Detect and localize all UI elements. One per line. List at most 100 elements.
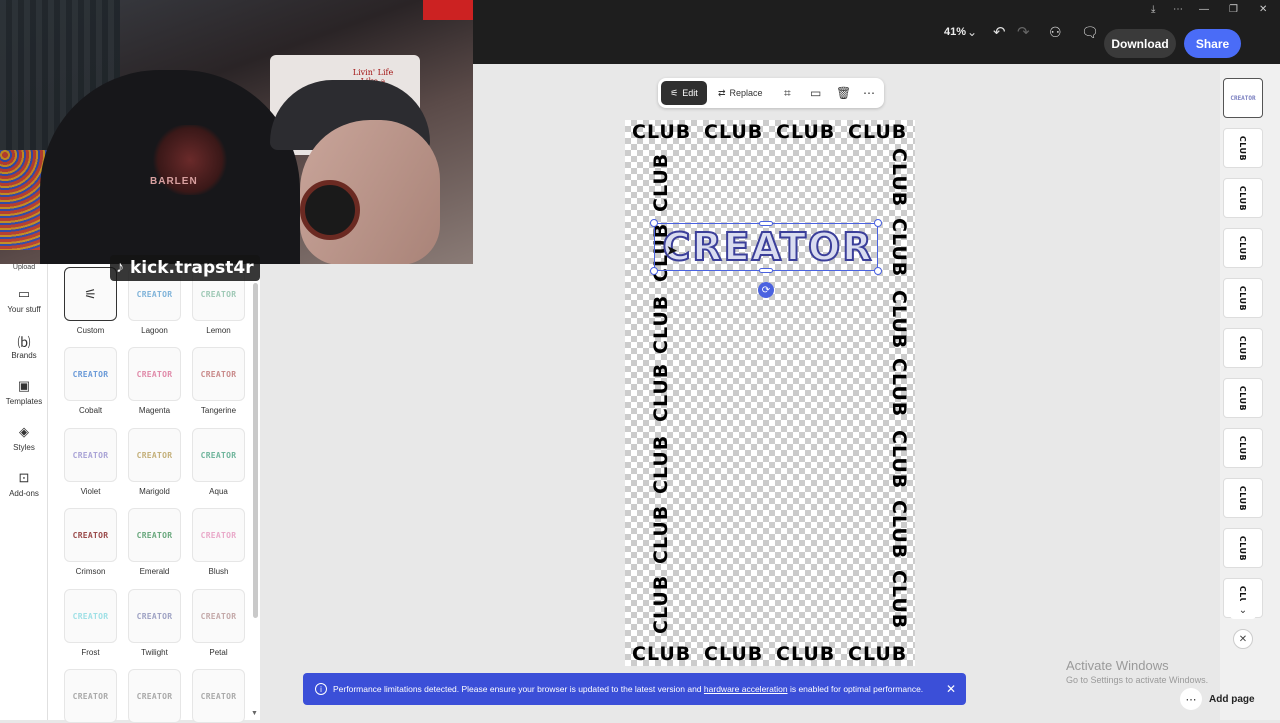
- resize-handle-tl[interactable]: [650, 219, 658, 227]
- download-status-icon[interactable]: ⤓: [1151, 4, 1155, 15]
- style-swatch-aqua[interactable]: CREATOR: [192, 428, 245, 482]
- replace-button[interactable]: ⇄ Replace: [718, 81, 763, 105]
- thumbnail-label: CLUB: [1238, 535, 1248, 561]
- invite-people-icon[interactable]: ⚇: [1049, 0, 1062, 64]
- style-swatch-blush[interactable]: CREATOR: [192, 508, 245, 562]
- page-thumbnail[interactable]: CLUB: [1223, 278, 1263, 318]
- creator-headline[interactable]: CREATOR: [658, 224, 878, 270]
- club-text: CLUB: [888, 430, 910, 490]
- rail-item-brands[interactable]: ⒝ Brands: [0, 332, 48, 360]
- resize-handle-br[interactable]: [874, 267, 882, 275]
- swatch-label: Custom: [76, 326, 105, 335]
- templates-icon: ▣: [17, 378, 31, 393]
- swatch-label: Emerald: [139, 567, 170, 576]
- club-text: CLUB: [848, 643, 908, 665]
- rail-upload-label[interactable]: Upload: [0, 264, 48, 271]
- style-swatch-cobalt[interactable]: CREATOR: [64, 347, 117, 401]
- swatch-label: Marigold: [139, 487, 170, 496]
- rail-item-label: Add-ons: [9, 489, 39, 498]
- club-text: CLUB: [650, 362, 672, 422]
- page-thumbnail[interactable]: CLUB: [1223, 378, 1263, 418]
- style-swatch-tangerine[interactable]: CREATOR: [192, 347, 245, 401]
- resize-handle-bottom[interactable]: [759, 268, 773, 273]
- zoom-level[interactable]: 41%: [944, 0, 966, 64]
- headset: [300, 180, 360, 240]
- style-swatch[interactable]: CREATOR: [192, 669, 245, 723]
- more-icon[interactable]: ⋯: [863, 81, 875, 105]
- flag-decoration: [423, 0, 473, 20]
- style-swatch[interactable]: CREATOR: [128, 669, 181, 723]
- panel-scrollbar[interactable]: [253, 283, 258, 618]
- undo-icon[interactable]: ↶: [993, 0, 1006, 64]
- brands-icon: ⒝: [17, 335, 31, 350]
- comment-icon[interactable]: 🗨: [1081, 0, 1099, 64]
- redo-icon[interactable]: ↷: [1017, 0, 1030, 64]
- style-swatch-emerald[interactable]: CREATOR: [128, 508, 181, 562]
- swatch-preview-text: CREATOR: [200, 530, 237, 540]
- tiktok-icon: ♪: [116, 259, 124, 276]
- rail-item-styles[interactable]: ◈ Styles: [0, 424, 48, 452]
- page-thumbnail[interactable]: CREATOR: [1223, 78, 1263, 118]
- minimize-icon[interactable]: —: [1199, 4, 1209, 15]
- resize-handle-top[interactable]: [759, 221, 773, 226]
- page-thumbnail[interactable]: CLUB: [1223, 228, 1263, 268]
- comment-icon[interactable]: ▭: [810, 81, 821, 105]
- club-text: CLUB: [888, 148, 910, 208]
- rail-item-your-stuff[interactable]: ▭ Your stuff: [0, 286, 48, 314]
- restore-icon[interactable]: ❐: [1229, 4, 1238, 15]
- download-button[interactable]: Download: [1104, 29, 1176, 58]
- thumbnail-label: CLUB: [1238, 285, 1248, 311]
- rail-item-label: Your stuff: [7, 305, 41, 314]
- club-text: CLUB: [888, 290, 910, 350]
- page-thumbnail[interactable]: CLUB: [1223, 178, 1263, 218]
- rail-item-templates[interactable]: ▣ Templates: [0, 378, 48, 406]
- style-swatch-frost[interactable]: CREATOR: [64, 589, 117, 643]
- chevron-down-icon[interactable]: ⌄: [1230, 601, 1256, 619]
- channel-name: kick.trapst4r: [130, 258, 254, 278]
- club-text: CLUB: [888, 570, 910, 630]
- hardware-acceleration-link[interactable]: hardware acceleration: [704, 684, 788, 694]
- page-thumbnail[interactable]: CLUB: [1223, 328, 1263, 368]
- swatch-label: Twilight: [141, 648, 168, 657]
- club-text: CLUB: [776, 643, 836, 665]
- rotate-icon[interactable]: ⟳: [758, 282, 774, 298]
- replace-icon: ⇄: [718, 87, 726, 98]
- page-thumbnail[interactable]: CLUB: [1223, 428, 1263, 468]
- zoom-chevron-down-icon[interactable]: ⌄: [967, 0, 977, 64]
- scroll-down-icon[interactable]: ▼: [251, 710, 258, 717]
- edit-button[interactable]: ⚟ Edit: [661, 81, 707, 105]
- share-button[interactable]: Share: [1184, 29, 1241, 58]
- club-text: CLUB: [888, 500, 910, 560]
- resize-handle-tr[interactable]: [874, 219, 882, 227]
- page-thumbnail[interactable]: CLUB: [1223, 128, 1263, 168]
- style-swatch-violet[interactable]: CREATOR: [64, 428, 117, 482]
- add-page-button[interactable]: Add page: [1209, 688, 1255, 710]
- page-thumbnail[interactable]: CLUB: [1223, 528, 1263, 568]
- delete-icon[interactable]: 🗑: [836, 81, 851, 105]
- style-swatch-twilight[interactable]: CREATOR: [128, 589, 181, 643]
- swatch-preview-text: CREATOR: [72, 691, 109, 701]
- swatch-preview-text: CREATOR: [200, 450, 237, 460]
- thumbnail-label: CLUB: [1238, 385, 1248, 411]
- close-icon[interactable]: ✕: [946, 682, 956, 696]
- style-swatch-petal[interactable]: CREATOR: [192, 589, 245, 643]
- swatch-preview-text: CREATOR: [200, 611, 237, 621]
- more-options-icon[interactable]: ⋯: [1173, 4, 1183, 15]
- style-swatch[interactable]: CREATOR: [64, 669, 117, 723]
- club-text: CLUB: [888, 218, 910, 278]
- swatch-label: Blush: [208, 567, 229, 576]
- close-window-icon[interactable]: ✕: [1259, 4, 1267, 15]
- rail-item-add-ons[interactable]: ⊡ Add-ons: [0, 470, 48, 498]
- close-icon[interactable]: ✕: [1233, 629, 1253, 649]
- style-swatch-magenta[interactable]: CREATOR: [128, 347, 181, 401]
- style-swatch-crimson[interactable]: CREATOR: [64, 508, 117, 562]
- windows-watermark: Activate Windows Go to Settings to activ…: [1066, 658, 1208, 685]
- more-options-icon[interactable]: ⋯: [1180, 688, 1202, 710]
- club-text: CLUB: [650, 434, 672, 494]
- style-swatch-marigold[interactable]: CREATOR: [128, 428, 181, 482]
- crop-icon[interactable]: ⌗: [784, 81, 791, 105]
- swatch-preview-text: CREATOR: [200, 691, 237, 701]
- club-text: CLUB: [776, 121, 836, 143]
- resize-handle-bl[interactable]: [650, 267, 658, 275]
- page-thumbnail[interactable]: CLUB: [1223, 478, 1263, 518]
